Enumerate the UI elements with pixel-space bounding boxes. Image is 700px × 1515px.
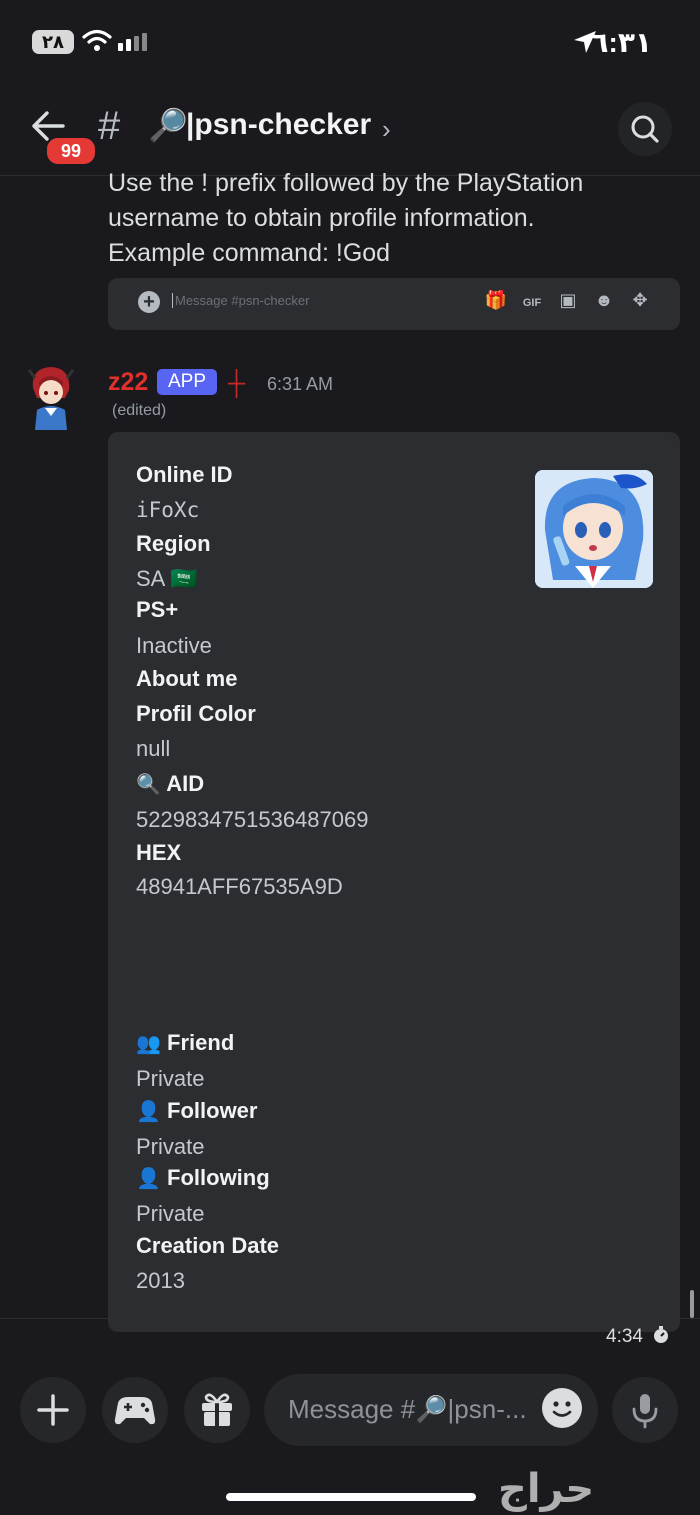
gift-button[interactable] xyxy=(184,1377,250,1443)
field-value-friend: Private xyxy=(136,1066,205,1091)
message-timestamp: 6:31 AM xyxy=(267,374,334,394)
field-value-aid: 5229834751536487069 xyxy=(136,807,369,832)
field-value-profile-color: null xyxy=(136,736,171,761)
instruction-line: Use the ! prefix followed by the PlaySta… xyxy=(108,169,584,197)
gif-icon: GIF xyxy=(522,297,542,309)
magnifier-emoji: 🔎 xyxy=(148,107,188,143)
stopwatch-icon xyxy=(654,1326,669,1343)
anime-avatar-image xyxy=(535,470,653,588)
microphone-icon xyxy=(632,1394,658,1429)
field-value-following: Private xyxy=(136,1201,205,1226)
gift-icon xyxy=(202,1393,232,1427)
channel-name[interactable]: |psn-checker xyxy=(186,108,371,142)
field-name-following-label: Following xyxy=(167,1165,270,1190)
field-name-aid-label: AID xyxy=(166,771,205,796)
plus-icon xyxy=(37,1394,69,1426)
field-name-creation-date: Creation Date xyxy=(136,1233,280,1258)
field-name-profile-color: Profil Color xyxy=(136,701,256,726)
emoji-icon: ☻ xyxy=(594,290,614,310)
embed-thumbnail[interactable] xyxy=(535,470,653,588)
chevron-right-icon[interactable]: › xyxy=(382,114,391,145)
app-badge: APP xyxy=(157,369,217,395)
instruction-line: Example command: !God xyxy=(108,239,391,267)
field-name-about-me: About me xyxy=(136,666,238,691)
field-name-aid: 🔍 AID xyxy=(136,771,204,797)
emoji-button[interactable] xyxy=(542,1388,582,1428)
signal-icon xyxy=(118,33,147,51)
edited-label: (edited) xyxy=(112,402,167,419)
field-value-psplus: Inactive xyxy=(136,633,212,658)
hash-icon: # xyxy=(98,104,121,148)
haraj-watermark: حراج xyxy=(498,1467,595,1511)
add-attachment-button[interactable] xyxy=(20,1377,86,1443)
slowmode-time: 4:34 xyxy=(606,1326,643,1347)
field-value-creation-date: 2013 xyxy=(136,1268,185,1293)
home-indicator xyxy=(226,1493,476,1501)
gift-icon: 🎁 xyxy=(484,290,508,310)
smiley-icon xyxy=(552,1401,572,1417)
divider xyxy=(0,1318,700,1319)
field-name-online-id: Online ID xyxy=(136,462,233,487)
battery-indicator: ٢٨ xyxy=(32,30,74,54)
field-name-following: 👤 Following xyxy=(136,1165,270,1191)
mag-face-icon: 🔍 xyxy=(136,774,161,796)
unread-badge: 99 xyxy=(45,136,97,166)
sticker-icon: ▣ xyxy=(559,290,577,310)
field-name-hex: HEX xyxy=(136,840,182,865)
plus-icon: + xyxy=(138,291,160,313)
field-name-region: Region xyxy=(136,531,211,556)
field-value-hex: 48941AFF67535A9D xyxy=(136,874,343,899)
search-icon xyxy=(631,115,659,143)
person-icon: 👤 xyxy=(136,1168,161,1190)
crosshair-icon: ┼ xyxy=(228,370,246,397)
activities-button[interactable] xyxy=(102,1377,168,1443)
scrollbar[interactable] xyxy=(690,1290,694,1318)
field-name-follower: 👤 Follower xyxy=(136,1098,257,1124)
field-name-follower-label: Follower xyxy=(167,1098,258,1123)
field-value-follower: Private xyxy=(136,1134,205,1159)
message-input-placeholder: Message #🔎|psn-... xyxy=(288,1394,527,1424)
search-button[interactable] xyxy=(618,102,672,156)
status-clock: ٦:٣١ xyxy=(591,27,652,58)
gamepad-icon xyxy=(114,1397,156,1425)
wifi-icon xyxy=(82,29,112,51)
field-name-friend-label: Friend xyxy=(167,1030,235,1055)
field-name-psplus: PS+ xyxy=(136,597,179,622)
voice-message-button[interactable] xyxy=(612,1377,678,1443)
avatar[interactable] xyxy=(25,364,77,430)
apps-icon: ✥ xyxy=(632,290,648,310)
username[interactable]: z22 xyxy=(108,368,148,397)
bot-instructions: Use the ! prefix followed by the PlaySta… xyxy=(108,166,668,271)
slowmode-timer: 4:34 xyxy=(606,1326,670,1348)
person-icon: 👤 xyxy=(136,1101,161,1123)
field-value-region: SA 🇸🇦 xyxy=(136,566,198,591)
friends-icon: 👥 xyxy=(136,1033,161,1055)
field-name-friend: 👥 Friend xyxy=(136,1030,234,1056)
embedded-composer-placeholder: Message #psn-checker xyxy=(172,293,309,308)
instruction-line: username to obtain profile information. xyxy=(108,204,535,232)
field-value-online-id: iFoXc xyxy=(136,498,200,522)
embedded-composer-icons: 🎁 GIF ▣ ☻ ✥ xyxy=(478,290,658,311)
